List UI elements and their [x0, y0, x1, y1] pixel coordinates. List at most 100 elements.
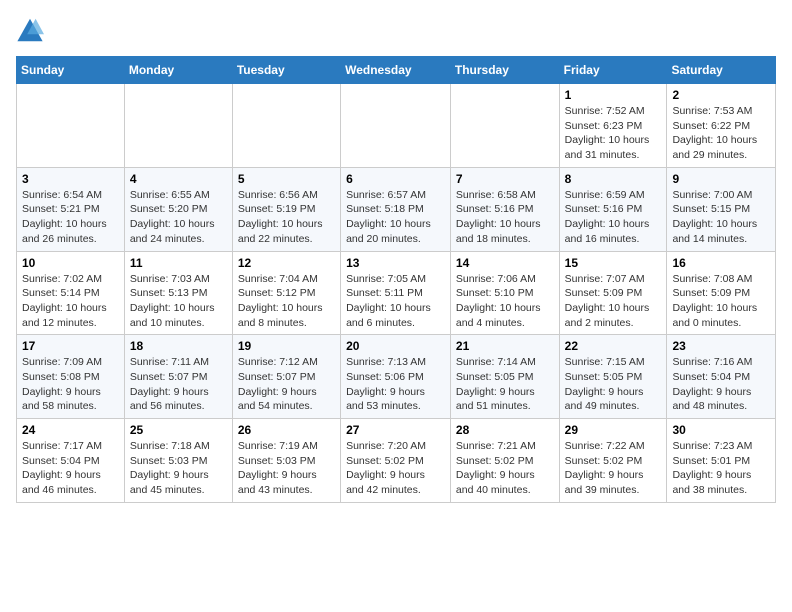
calendar-week-5: 24 Sunrise: 7:17 AMSunset: 5:04 PMDayligh…	[17, 419, 776, 503]
calendar-body: 1 Sunrise: 7:52 AMSunset: 6:23 PMDaylight…	[17, 84, 776, 503]
day-info: Sunrise: 7:23 AMSunset: 5:01 PMDaylight:…	[672, 439, 770, 498]
day-number: 22	[565, 339, 662, 353]
day-number: 5	[238, 172, 335, 186]
column-header-friday: Friday	[559, 57, 667, 84]
day-info: Sunrise: 7:15 AMSunset: 5:05 PMDaylight:…	[565, 355, 662, 414]
calendar-cell	[124, 84, 232, 168]
logo	[16, 16, 48, 44]
calendar-cell: 30 Sunrise: 7:23 AMSunset: 5:01 PMDayligh…	[667, 419, 776, 503]
calendar-week-2: 3Sunrise: 6:54 AMSunset: 5:21 PMDaylight…	[17, 167, 776, 251]
calendar-cell	[17, 84, 125, 168]
calendar-cell: 13 Sunrise: 7:05 AMSunset: 5:11 PMDayligh…	[341, 251, 451, 335]
calendar-cell: 6 Sunrise: 6:57 AMSunset: 5:18 PMDaylight…	[341, 167, 451, 251]
day-info: Sunrise: 7:52 AMSunset: 6:23 PMDaylight:…	[565, 104, 662, 163]
day-number: 6	[346, 172, 445, 186]
day-info: Sunrise: 7:17 AMSunset: 5:04 PMDaylight:…	[22, 439, 119, 498]
day-number: 27	[346, 423, 445, 437]
day-info: Sunrise: 7:14 AMSunset: 5:05 PMDaylight:…	[456, 355, 554, 414]
day-number: 1	[565, 88, 662, 102]
calendar-header: SundayMondayTuesdayWednesdayThursdayFrid…	[17, 57, 776, 84]
day-number: 28	[456, 423, 554, 437]
column-header-sunday: Sunday	[17, 57, 125, 84]
calendar-cell	[232, 84, 340, 168]
day-number: 13	[346, 256, 445, 270]
calendar-week-3: 10 Sunrise: 7:02 AMSunset: 5:14 PMDayligh…	[17, 251, 776, 335]
calendar-cell: 5 Sunrise: 6:56 AMSunset: 5:19 PMDaylight…	[232, 167, 340, 251]
day-info: Sunrise: 7:18 AMSunset: 5:03 PMDaylight:…	[130, 439, 227, 498]
day-number: 24	[22, 423, 119, 437]
day-number: 18	[130, 339, 227, 353]
day-info: Sunrise: 7:21 AMSunset: 5:02 PMDaylight:…	[456, 439, 554, 498]
calendar-cell: 11 Sunrise: 7:03 AMSunset: 5:13 PMDayligh…	[124, 251, 232, 335]
calendar-cell: 10 Sunrise: 7:02 AMSunset: 5:14 PMDayligh…	[17, 251, 125, 335]
day-number: 9	[672, 172, 770, 186]
day-info: Sunrise: 6:56 AMSunset: 5:19 PMDaylight:…	[238, 188, 335, 247]
day-info: Sunrise: 7:09 AMSunset: 5:08 PMDaylight:…	[22, 355, 119, 414]
calendar-cell: 17 Sunrise: 7:09 AMSunset: 5:08 PMDayligh…	[17, 335, 125, 419]
day-number: 12	[238, 256, 335, 270]
page-header	[16, 16, 776, 44]
day-number: 10	[22, 256, 119, 270]
day-number: 25	[130, 423, 227, 437]
day-number: 23	[672, 339, 770, 353]
logo-icon	[16, 16, 44, 44]
calendar-week-4: 17 Sunrise: 7:09 AMSunset: 5:08 PMDayligh…	[17, 335, 776, 419]
day-number: 21	[456, 339, 554, 353]
day-info: Sunrise: 6:55 AMSunset: 5:20 PMDaylight:…	[130, 188, 227, 247]
day-info: Sunrise: 7:19 AMSunset: 5:03 PMDaylight:…	[238, 439, 335, 498]
day-info: Sunrise: 7:12 AMSunset: 5:07 PMDaylight:…	[238, 355, 335, 414]
day-number: 7	[456, 172, 554, 186]
header-row: SundayMondayTuesdayWednesdayThursdayFrid…	[17, 57, 776, 84]
day-info: Sunrise: 7:53 AMSunset: 6:22 PMDaylight:…	[672, 104, 770, 163]
column-header-thursday: Thursday	[450, 57, 559, 84]
day-info: Sunrise: 6:54 AMSunset: 5:21 PMDaylight:…	[22, 188, 119, 247]
column-header-saturday: Saturday	[667, 57, 776, 84]
day-info: Sunrise: 7:20 AMSunset: 5:02 PMDaylight:…	[346, 439, 445, 498]
day-number: 17	[22, 339, 119, 353]
calendar-cell: 14 Sunrise: 7:06 AMSunset: 5:10 PMDayligh…	[450, 251, 559, 335]
calendar-cell: 21 Sunrise: 7:14 AMSunset: 5:05 PMDayligh…	[450, 335, 559, 419]
day-number: 20	[346, 339, 445, 353]
column-header-wednesday: Wednesday	[341, 57, 451, 84]
day-number: 16	[672, 256, 770, 270]
calendar-cell: 8Sunrise: 6:59 AMSunset: 5:16 PMDaylight…	[559, 167, 667, 251]
day-number: 14	[456, 256, 554, 270]
calendar-cell: 15Sunrise: 7:07 AMSunset: 5:09 PMDayligh…	[559, 251, 667, 335]
day-info: Sunrise: 7:22 AMSunset: 5:02 PMDaylight:…	[565, 439, 662, 498]
day-info: Sunrise: 7:03 AMSunset: 5:13 PMDaylight:…	[130, 272, 227, 331]
day-number: 15	[565, 256, 662, 270]
day-info: Sunrise: 7:00 AMSunset: 5:15 PMDaylight:…	[672, 188, 770, 247]
calendar-table: SundayMondayTuesdayWednesdayThursdayFrid…	[16, 56, 776, 503]
calendar-cell: 19 Sunrise: 7:12 AMSunset: 5:07 PMDayligh…	[232, 335, 340, 419]
day-number: 8	[565, 172, 662, 186]
calendar-cell: 16Sunrise: 7:08 AMSunset: 5:09 PMDayligh…	[667, 251, 776, 335]
calendar-cell: 9 Sunrise: 7:00 AMSunset: 5:15 PMDaylight…	[667, 167, 776, 251]
calendar-cell: 26 Sunrise: 7:19 AMSunset: 5:03 PMDayligh…	[232, 419, 340, 503]
day-info: Sunrise: 7:05 AMSunset: 5:11 PMDaylight:…	[346, 272, 445, 331]
calendar-cell	[341, 84, 451, 168]
calendar-cell: 27 Sunrise: 7:20 AMSunset: 5:02 PMDayligh…	[341, 419, 451, 503]
calendar-cell: 12 Sunrise: 7:04 AMSunset: 5:12 PMDayligh…	[232, 251, 340, 335]
calendar-cell: 1 Sunrise: 7:52 AMSunset: 6:23 PMDaylight…	[559, 84, 667, 168]
day-number: 19	[238, 339, 335, 353]
day-info: Sunrise: 7:04 AMSunset: 5:12 PMDaylight:…	[238, 272, 335, 331]
day-info: Sunrise: 7:06 AMSunset: 5:10 PMDaylight:…	[456, 272, 554, 331]
calendar-cell: 3Sunrise: 6:54 AMSunset: 5:21 PMDaylight…	[17, 167, 125, 251]
calendar-cell: 29Sunrise: 7:22 AMSunset: 5:02 PMDayligh…	[559, 419, 667, 503]
calendar-cell: 22 Sunrise: 7:15 AMSunset: 5:05 PMDayligh…	[559, 335, 667, 419]
day-number: 11	[130, 256, 227, 270]
calendar-week-1: 1 Sunrise: 7:52 AMSunset: 6:23 PMDaylight…	[17, 84, 776, 168]
day-info: Sunrise: 6:57 AMSunset: 5:18 PMDaylight:…	[346, 188, 445, 247]
calendar-cell: 23 Sunrise: 7:16 AMSunset: 5:04 PMDayligh…	[667, 335, 776, 419]
day-info: Sunrise: 7:16 AMSunset: 5:04 PMDaylight:…	[672, 355, 770, 414]
calendar-cell: 24 Sunrise: 7:17 AMSunset: 5:04 PMDayligh…	[17, 419, 125, 503]
day-number: 4	[130, 172, 227, 186]
day-info: Sunrise: 7:13 AMSunset: 5:06 PMDaylight:…	[346, 355, 445, 414]
calendar-cell: 2Sunrise: 7:53 AMSunset: 6:22 PMDaylight…	[667, 84, 776, 168]
day-number: 26	[238, 423, 335, 437]
calendar-cell: 4 Sunrise: 6:55 AMSunset: 5:20 PMDaylight…	[124, 167, 232, 251]
calendar-cell: 28 Sunrise: 7:21 AMSunset: 5:02 PMDayligh…	[450, 419, 559, 503]
day-number: 30	[672, 423, 770, 437]
column-header-monday: Monday	[124, 57, 232, 84]
day-info: Sunrise: 7:02 AMSunset: 5:14 PMDaylight:…	[22, 272, 119, 331]
